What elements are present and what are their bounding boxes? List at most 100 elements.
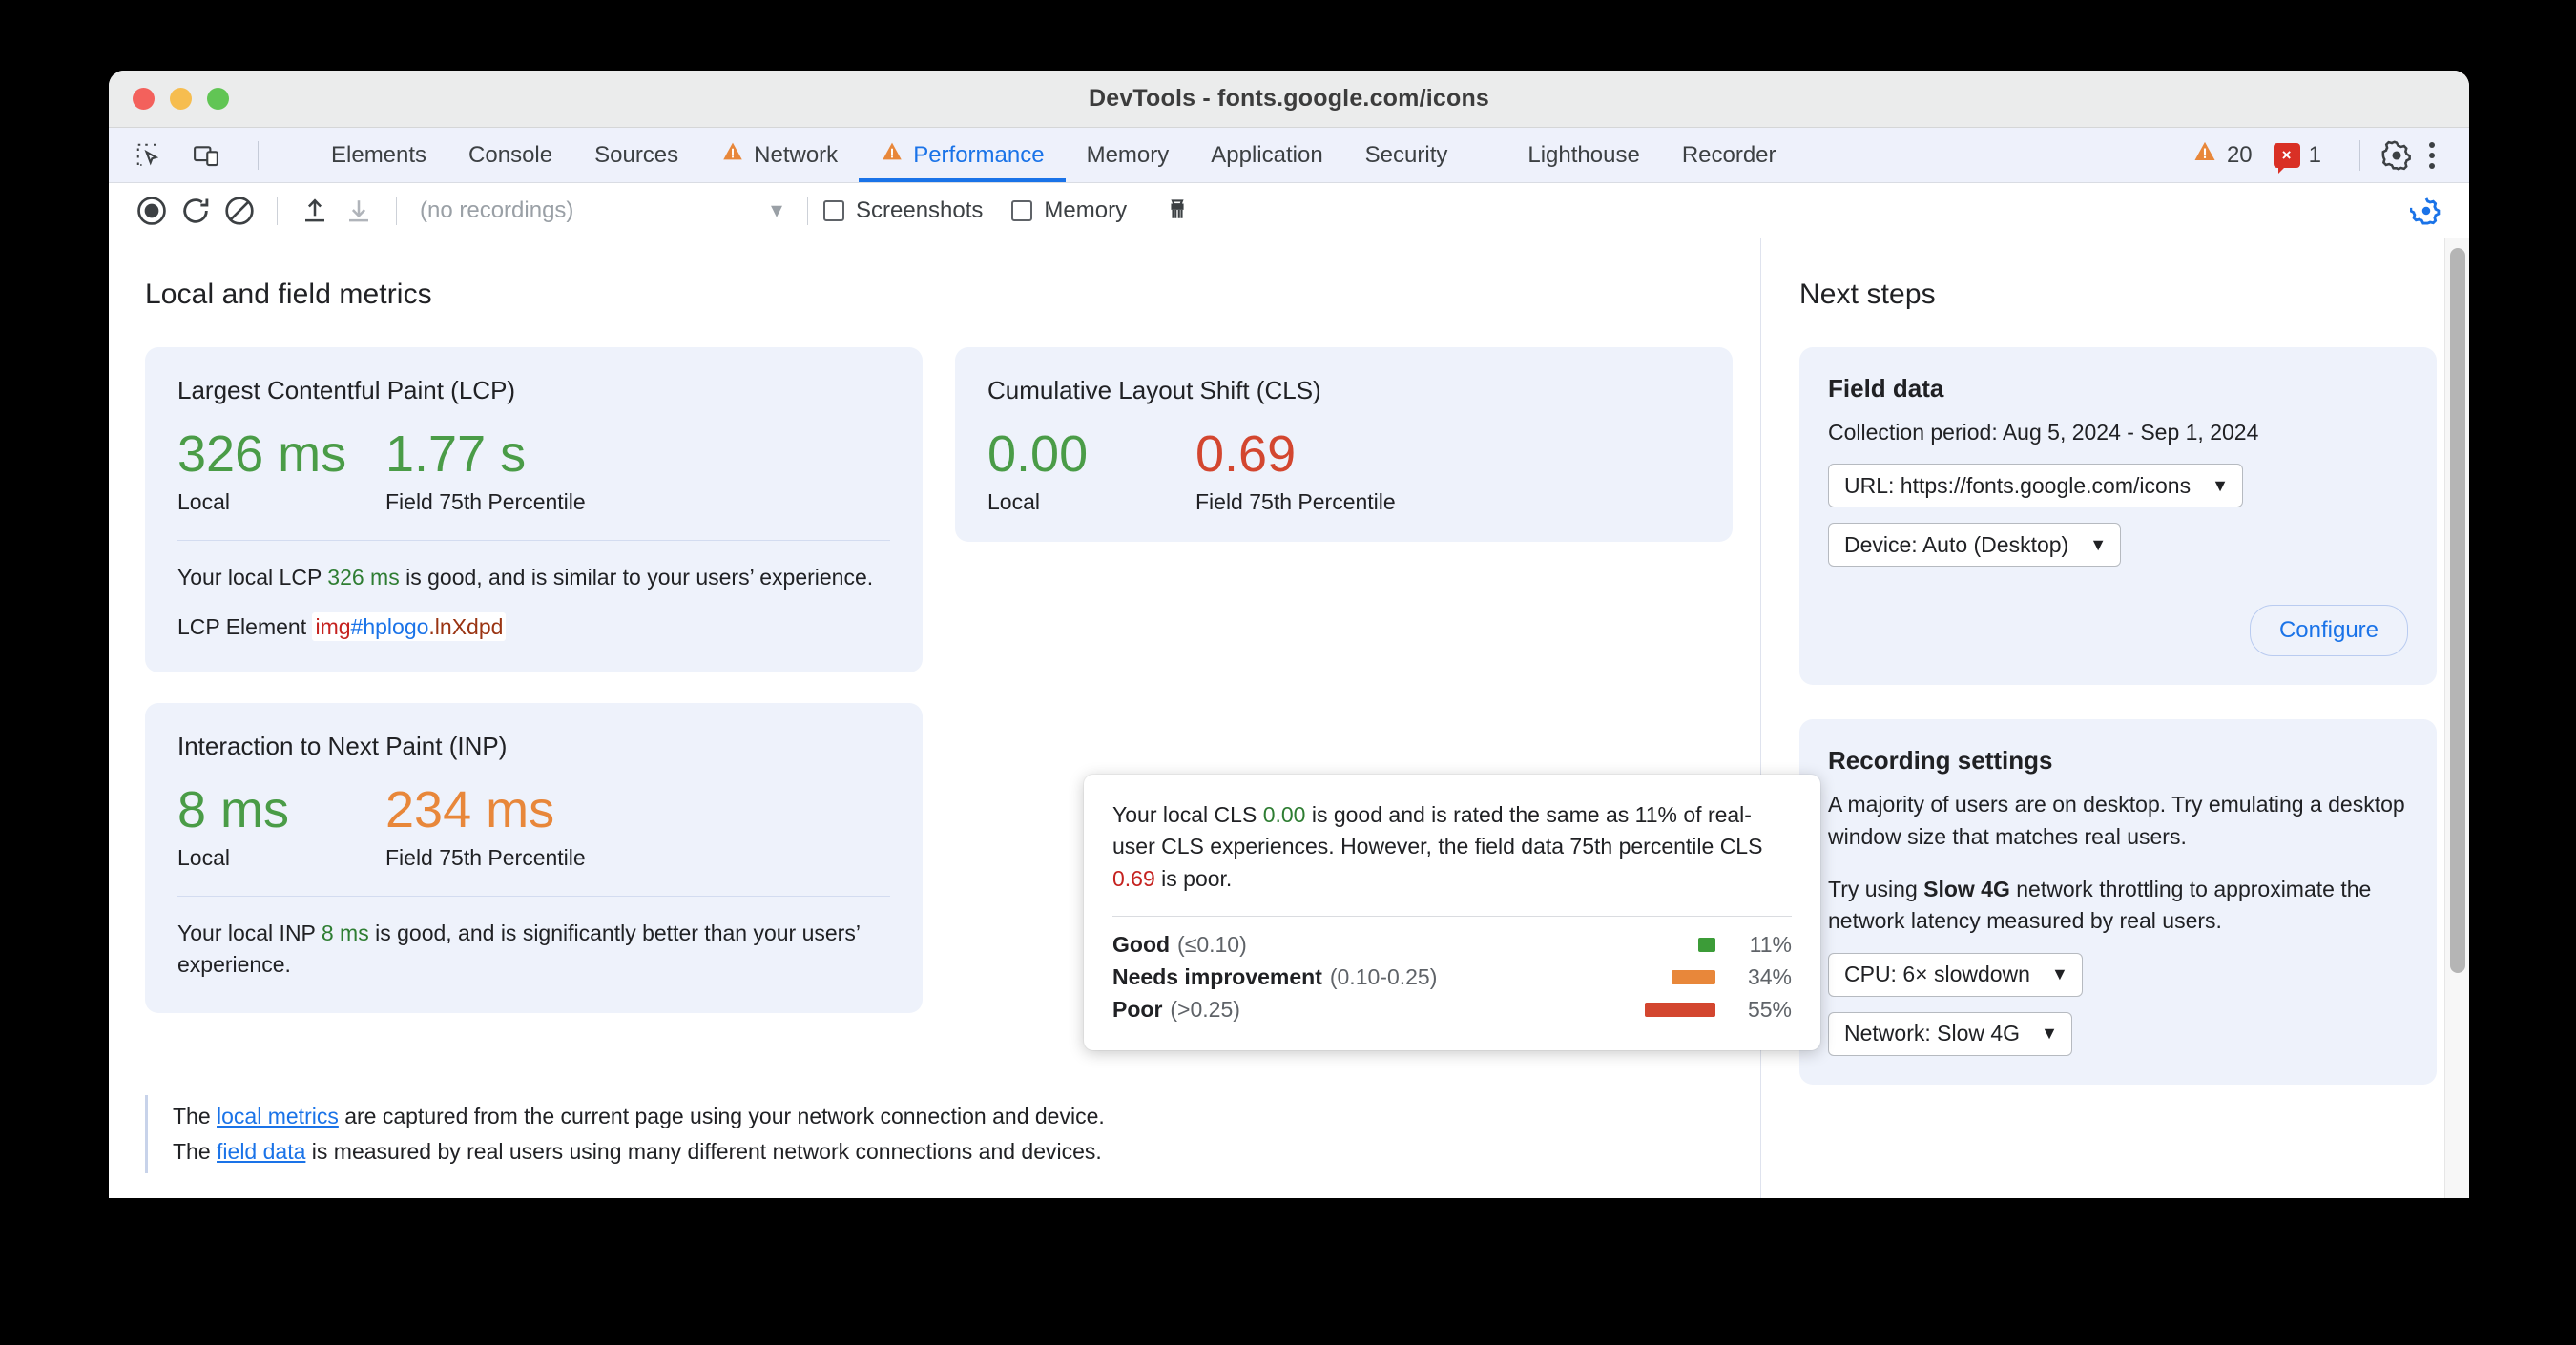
recording-settings-paragraph-1: A majority of users are on desktop. Try …	[1828, 792, 2405, 849]
kebab-menu-icon[interactable]	[2416, 141, 2448, 169]
save-profile-icon[interactable]	[337, 189, 381, 233]
footnote-line1-prefix: The	[173, 1103, 218, 1128]
cls-local-label: Local	[987, 489, 1040, 515]
rating-percent: 34%	[1747, 964, 1792, 990]
local-and-field-metrics-pane: Local and field metrics Largest Contentf…	[109, 238, 1820, 1198]
page-title: Local and field metrics	[145, 279, 432, 310]
rating-percent: 55%	[1747, 997, 1792, 1023]
panel-tabs: Elements Console Sources Network Perform…	[272, 128, 1797, 182]
url-select-row: URL: https://fonts.google.com/icons ▼	[1828, 448, 2408, 508]
collection-period: Collection period: Aug 5, 2024 - Sep 1, …	[1828, 420, 2259, 445]
metrics-footnote: The local metrics are captured from the …	[145, 1094, 1105, 1173]
warning-count-badge[interactable]: 20	[2192, 138, 2253, 172]
device-select[interactable]: Device: Auto (Desktop) ▼	[1828, 523, 2122, 568]
record-icon[interactable]	[130, 189, 174, 233]
url-select[interactable]: URL: https://fonts.google.com/icons ▼	[1828, 464, 2243, 508]
lcp-description: Your local LCP 326 ms is good, and is si…	[177, 562, 890, 593]
lcp-field-block: 1.77 s Field 75th Percentile	[385, 426, 586, 515]
tab-security[interactable]: Security	[1344, 128, 1469, 182]
lcp-values: 326 ms Local 1.77 s Field 75th Percentil…	[177, 426, 890, 515]
tab-recorder[interactable]: Recorder	[1661, 128, 1797, 182]
cls-tooltip-text: Your local CLS 0.00 is good and is rated…	[1112, 799, 1792, 895]
tab-label: Lighthouse	[1527, 141, 1640, 168]
recording-selector-value: (no recordings)	[420, 197, 574, 223]
rating-range: (0.10-0.25)	[1329, 964, 1438, 990]
screenshots-checkbox[interactable]: Screenshots	[823, 197, 983, 224]
tab-memory[interactable]: Memory	[1066, 128, 1191, 182]
cls-tooltip-divider	[1112, 916, 1792, 918]
tab-elements[interactable]: Elements	[310, 128, 447, 182]
reload-and-record-icon[interactable]	[174, 189, 218, 233]
inp-card[interactable]: Interaction to Next Paint (INP) 8 ms Loc…	[145, 702, 923, 1013]
vertical-scrollbar[interactable]	[2444, 238, 2469, 1198]
warning-triangle-icon	[720, 139, 745, 171]
cls-rating-row-needs-improvement: Needs improvement (0.10-0.25) 34%	[1112, 964, 1792, 990]
gear-icon[interactable]	[2378, 136, 2416, 175]
clear-icon[interactable]	[218, 189, 261, 233]
tab-label: Network	[754, 141, 839, 168]
device-select-value: Device: Auto (Desktop)	[1844, 531, 2069, 557]
tab-network[interactable]: Network	[699, 128, 859, 182]
inp-desc-prefix: Your local INP	[177, 921, 322, 946]
rating-range: (≤0.10)	[1177, 932, 1247, 958]
load-profile-icon[interactable]	[293, 189, 337, 233]
cls-rating-row-good: Good (≤0.10) 11%	[1112, 932, 1792, 958]
recording-settings-paragraph-2: Try using Slow 4G network throttling to …	[1828, 874, 2408, 938]
inspect-element-icon[interactable]	[130, 136, 168, 175]
collect-garbage-icon[interactable]	[1155, 189, 1199, 233]
recording-settings-title: Recording settings	[1828, 746, 2053, 776]
rating-range: (>0.25)	[1170, 997, 1240, 1023]
toolbar-right-controls	[2404, 183, 2448, 238]
lcp-field-label: Field 75th Percentile	[385, 489, 586, 515]
lcp-field-value: 1.77 s	[385, 425, 527, 483]
memory-checkbox[interactable]: Memory	[1011, 197, 1127, 224]
network-throttling-select[interactable]: Network: Slow 4G ▼	[1828, 1011, 2072, 1056]
cls-card[interactable]: Cumulative Layout Shift (CLS) 0.00 Local…	[955, 347, 1733, 543]
performance-toolbar: (no recordings) ▾ Screenshots Memory	[109, 183, 2469, 238]
field-data-link[interactable]: field data	[217, 1139, 305, 1164]
cpu-throttling-select[interactable]: CPU: 6× slowdown ▼	[1828, 952, 2083, 997]
rating-bar	[1645, 1003, 1715, 1018]
checkbox-box	[1011, 199, 1033, 221]
warning-triangle-icon	[2192, 138, 2218, 172]
paragraph2-prefix: Try using	[1828, 877, 1924, 902]
local-metrics-link[interactable]: local metrics	[217, 1104, 339, 1128]
rating-bar-wrap	[1553, 1003, 1715, 1018]
configure-button[interactable]: Configure	[2249, 605, 2408, 657]
device-toolbar-icon[interactable]	[187, 136, 225, 175]
cls-field-value: 0.69	[1195, 425, 1297, 483]
inp-field-value: 234 ms	[385, 780, 555, 838]
footnote-line-1: The local metrics are captured from the …	[173, 1099, 1105, 1134]
cpu-select-row: CPU: 6× slowdown ▼	[1828, 938, 2408, 997]
lcp-desc-prefix: Your local LCP	[177, 565, 328, 590]
error-count-badge[interactable]: × 1	[2273, 142, 2321, 174]
rating-bar-wrap	[1553, 970, 1715, 985]
cls-tooltip-popover: Your local CLS 0.00 is good and is rated…	[1084, 775, 1820, 1051]
lcp-card[interactable]: Largest Contentful Paint (LCP) 326 ms Lo…	[145, 347, 923, 672]
error-bubble-icon: ×	[2273, 142, 2300, 174]
tab-performance[interactable]: Performance	[859, 128, 1066, 182]
inp-local-value: 8 ms	[177, 780, 290, 838]
tab-sources[interactable]: Sources	[573, 128, 699, 182]
url-select-value: URL: https://fonts.google.com/icons	[1844, 472, 2192, 498]
recording-selector[interactable]: (no recordings) ▾	[420, 197, 792, 224]
footnote-line2-prefix: The	[173, 1138, 218, 1164]
toolbar-divider-2	[396, 196, 397, 225]
cls-card-title: Cumulative Layout Shift (CLS)	[987, 376, 1321, 404]
toolbar-divider-1	[277, 196, 278, 225]
scrollbar-thumb[interactable]	[2450, 248, 2465, 973]
tab-console[interactable]: Console	[447, 128, 573, 182]
capture-settings-gear-icon[interactable]	[2404, 189, 2448, 233]
tab-label: Elements	[331, 141, 427, 168]
lcp-element-class: .lnXdpd	[428, 613, 504, 639]
tab-application[interactable]: Application	[1190, 128, 1343, 182]
lcp-card-divider	[177, 540, 890, 542]
metric-cards-left-column: Largest Contentful Paint (LCP) 326 ms Lo…	[145, 347, 923, 1013]
lcp-element-selector[interactable]: img#hplogo.lnXdpd	[312, 611, 507, 641]
cls-tooltip-prefix: Your local CLS	[1112, 802, 1263, 827]
tab-lighthouse[interactable]: Lighthouse	[1506, 128, 1660, 182]
next-steps-pane: Next steps Field data Collection period:…	[1761, 238, 2469, 1198]
cls-tooltip-suffix: is poor.	[1154, 865, 1233, 891]
inp-description: Your local INP 8 ms is good, and is sign…	[177, 918, 890, 980]
field-data-card: Field data Collection period: Aug 5, 202…	[1799, 347, 2437, 686]
